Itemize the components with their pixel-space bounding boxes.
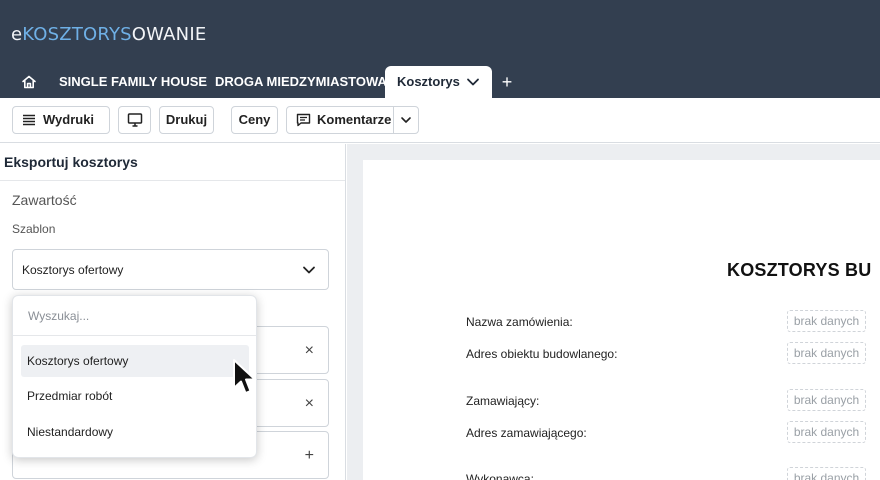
dropdown-option-przedmiar-robot[interactable]: Przedmiar robót [21,380,249,412]
app-header: eKOSZTORYSOWANIE SINGLE FAMILY HOUSE DRO… [0,0,880,98]
add-tab-button[interactable]: + [497,66,517,98]
tab-single-family-house[interactable]: SINGLE FAMILY HOUSE [59,66,207,98]
logo-accent: KOSZTORYS [22,24,132,45]
doc-field-label: Nazwa zamówienia: [466,315,573,329]
remove-icon[interactable]: × [305,395,314,413]
remove-icon[interactable]: × [305,342,314,360]
tab-droga-miedzymiastowa[interactable]: DROGA MIEDZYMIASTOWA [215,66,387,98]
doc-field-value: brak danych [787,342,866,364]
section-title: Zawartość [12,192,77,208]
tab-bar: SINGLE FAMILY HOUSE DROGA MIEDZYMIASTOWA… [0,66,880,98]
template-label: Szablon [12,222,56,236]
doc-field-value: brak danych [787,467,866,480]
chevron-down-icon [401,117,411,123]
doc-field-value: brak danych [787,310,866,332]
logo-prefix: e [11,24,23,45]
divider [0,180,345,181]
doc-field-label: Zamawiający: [466,394,540,408]
template-dropdown: Kosztorys ofertowy Przedmiar robót Niest… [12,295,257,458]
add-icon[interactable]: + [305,447,314,465]
chevron-down-icon[interactable] [466,76,480,88]
mouse-cursor-icon [233,359,256,394]
komentarze-dropdown-button[interactable] [393,106,419,134]
doc-field-value: brak danych [787,389,866,411]
document-title: KOSZTORYS BU [727,260,872,280]
komentarze-label: Komentarze [317,112,392,127]
panel-title: Eksportuj kosztorys [4,154,138,170]
monitor-button[interactable] [118,106,151,134]
template-select[interactable]: Kosztorys ofertowy [12,249,329,290]
comment-icon [296,113,311,127]
doc-field-label: Wykonawca: [466,472,534,480]
logo-suffix: OWANIE [131,24,207,45]
tab-home[interactable] [14,66,46,98]
doc-field-label: Adres zamawiającego: [466,426,587,440]
home-icon [22,75,36,89]
wydruki-button[interactable]: Wydruki [12,106,110,134]
tab-kosztorys[interactable]: Kosztorys [385,66,492,98]
toolbar: Wydruki Drukuj Ceny Komentarze [0,98,880,143]
dropdown-option-niestandardowy[interactable]: Niestandardowy [21,416,249,448]
drukuj-button[interactable]: Drukuj [159,106,214,134]
tab-kosztorys-label: Kosztorys [397,74,460,89]
monitor-icon [127,113,143,127]
doc-field-label: Adres obiektu budowlanego: [466,347,618,361]
app-logo: eKOSZTORYSOWANIE [11,24,206,45]
doc-field-value: brak danych [787,421,866,443]
wydruki-label: Wydruki [43,112,95,127]
dropdown-search-input[interactable] [13,296,256,336]
chevron-down-icon [303,266,315,274]
dropdown-option-kosztorys-ofertowy[interactable]: Kosztorys ofertowy [21,345,249,377]
list-icon [23,114,35,126]
ceny-button[interactable]: Ceny [231,106,278,134]
template-select-value: Kosztorys ofertowy [22,263,124,277]
app-window: eKOSZTORYSOWANIE SINGLE FAMILY HOUSE DRO… [0,0,880,480]
komentarze-button[interactable]: Komentarze [286,106,394,134]
